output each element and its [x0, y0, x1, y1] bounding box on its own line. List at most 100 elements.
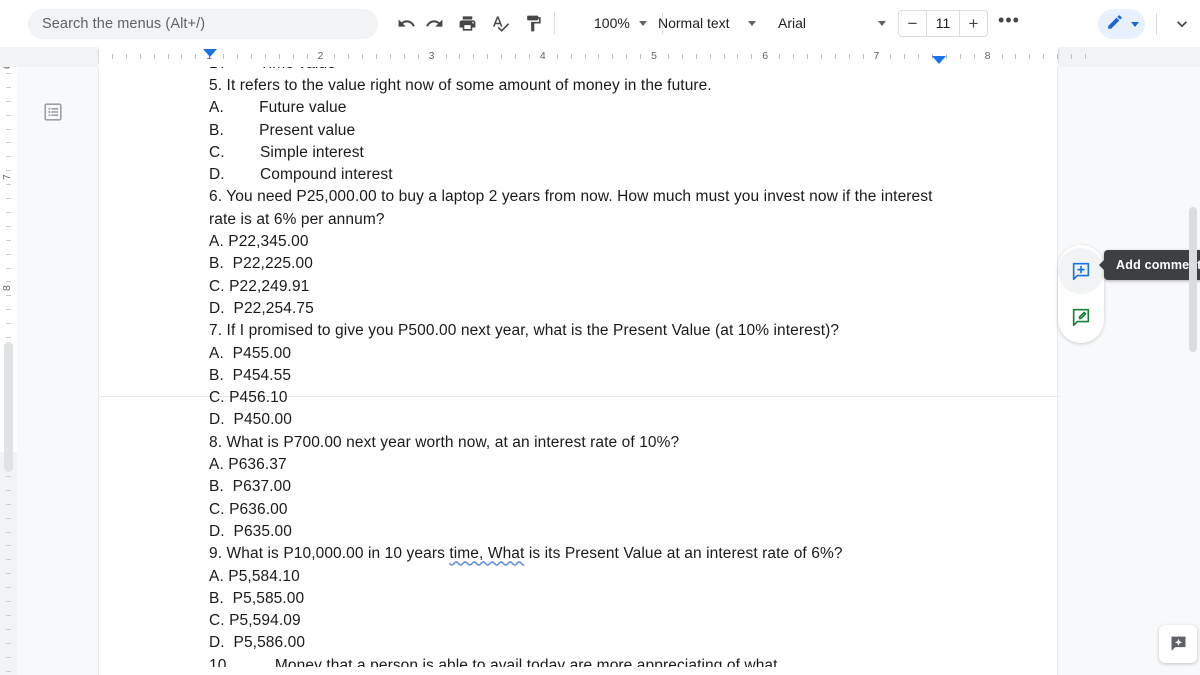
doc-line-option: D. Compound interest [209, 166, 393, 184]
more-options-button[interactable]: ••• [994, 9, 1024, 37]
ruler-tick [515, 54, 516, 59]
suggest-edits-button[interactable] [1058, 294, 1104, 340]
collapse-toolbar-button[interactable] [1168, 10, 1196, 38]
ruler-tick [570, 54, 572, 59]
ruler-tick [1029, 54, 1031, 59]
zoom-select[interactable]: 100% [588, 9, 649, 37]
doc-line-question: 8. What is P700.00 next year worth now, … [209, 433, 680, 451]
redo-icon[interactable] [420, 9, 448, 37]
increase-font-size-button[interactable]: + [960, 11, 987, 36]
doc-line-answer: D. P22,254.75 [209, 299, 314, 317]
chevron-down-icon [638, 20, 647, 26]
vertical-ruler-tick [6, 337, 11, 338]
document-page[interactable]: D. Time value 5. It refers to the value r… [98, 67, 1059, 675]
paint-format-icon[interactable] [519, 9, 547, 37]
vertical-ruler-number: 8 [1, 285, 13, 292]
zoom-value: 100% [594, 15, 630, 31]
vertical-ruler-margin [0, 452, 17, 675]
toolbar-divider-3 [1156, 13, 1157, 35]
ruler-tick [362, 54, 364, 59]
ruler-tick [626, 54, 628, 59]
editing-pen-icon [1106, 13, 1124, 36]
ruler-tick [528, 54, 530, 59]
ruler-number: 2 [317, 50, 324, 62]
ruler-tick [139, 54, 141, 59]
font-size-stepper[interactable]: − 11 + [898, 9, 988, 37]
font-size-input[interactable]: 11 [926, 10, 960, 36]
vertical-scrollbar[interactable] [1185, 67, 1200, 675]
ruler-tick [195, 54, 197, 59]
ruler-tick [806, 54, 808, 59]
left-scrollbar-thumb[interactable] [4, 342, 13, 472]
right-indent-marker[interactable] [932, 56, 946, 64]
vertical-ruler-tick [6, 629, 11, 630]
doc-line-question: 5. It refers to the value right now of s… [209, 77, 712, 94]
editing-mode-button[interactable] [1098, 9, 1145, 39]
left-indent-marker[interactable] [203, 49, 217, 57]
ruler-tick [779, 54, 781, 59]
doc-line-answer: D. P635.00 [209, 522, 292, 540]
spellcheck-icon[interactable] [486, 9, 514, 37]
ruler-tick [306, 54, 308, 59]
doc-line-answer: B. P454.55 [209, 366, 292, 384]
vertical-ruler[interactable]: 678 [0, 63, 17, 675]
decrease-font-size-button[interactable]: − [899, 11, 926, 36]
vertical-ruler-tick [6, 490, 11, 491]
ruler-tick [904, 54, 906, 59]
vertical-ruler-tick [6, 101, 11, 102]
ruler-number: 7 [873, 50, 880, 62]
search-input[interactable]: Search the menus (Alt+/) [28, 9, 378, 39]
ruler-tick [125, 54, 127, 59]
vertical-ruler-tick [6, 129, 11, 130]
doc-line-answer: B. P5,585.00 [209, 589, 305, 607]
ruler-tick [417, 54, 419, 59]
doc-line-answer: B. P22,225.00 [209, 255, 313, 273]
doc-line-answer: A. P455.00 [209, 344, 292, 362]
vertical-ruler-tick [6, 573, 11, 574]
comment-rail: Add comment [1058, 67, 1200, 675]
vertical-ruler-tick [6, 226, 11, 227]
ruler-tick [945, 54, 947, 59]
doc-line-answer: C. P456.10 [209, 389, 288, 407]
ruler-tick [959, 54, 961, 59]
vertical-ruler-tick [6, 323, 11, 324]
ruler-tick [973, 54, 975, 59]
spellcheck-underlined-text[interactable]: time, What [449, 545, 524, 562]
vertical-ruler-tick [6, 559, 11, 560]
vertical-ruler-tick [6, 170, 11, 171]
document-text-body[interactable]: D. Time value 5. It refers to the value r… [209, 67, 949, 667]
add-comment-button[interactable] [1058, 248, 1104, 294]
ruler-tick [737, 54, 739, 59]
font-family-select[interactable]: Arial [772, 9, 892, 37]
document-workspace: D. Time value 5. It refers to the value r… [17, 67, 1200, 675]
horizontal-ruler[interactable]: 12345678 [0, 47, 1200, 67]
ruler-page-track [98, 47, 1058, 67]
vertical-scrollbar-thumb[interactable] [1189, 207, 1197, 352]
vertical-ruler-tick [6, 115, 11, 116]
doc-line-answer: B. P637.00 [209, 478, 292, 496]
toolbar: Search the menus (Alt+/) 100% Normal tex… [0, 0, 1200, 47]
ruler-tick [181, 54, 183, 59]
ruler-tick [167, 54, 169, 59]
ruler-tick [250, 54, 252, 59]
print-icon[interactable] [453, 9, 481, 37]
ruler-tick [820, 54, 822, 59]
ruler-tick [403, 54, 405, 59]
ruler-tick [389, 54, 391, 59]
ruler-tick [1015, 54, 1017, 59]
document-outline-icon[interactable] [34, 93, 72, 131]
paragraph-style-select[interactable]: Normal text [652, 9, 762, 37]
vertical-ruler-tick [6, 504, 11, 505]
doc-line-question: 9. What is P10,000.00 in 10 years time, … [209, 545, 843, 563]
vertical-ruler-tick [6, 268, 11, 269]
undo-icon[interactable] [392, 9, 420, 37]
chevron-down-icon [878, 20, 886, 26]
doc-line-answer: A. P22,345.00 [209, 233, 309, 251]
ruler-tick [223, 54, 225, 59]
ruler-tick [334, 54, 336, 59]
ruler-tick [459, 54, 461, 59]
chevron-down-icon [1131, 21, 1139, 27]
ruler-tick [348, 54, 350, 59]
vertical-ruler-tick [6, 295, 11, 296]
ruler-tick [278, 54, 280, 59]
